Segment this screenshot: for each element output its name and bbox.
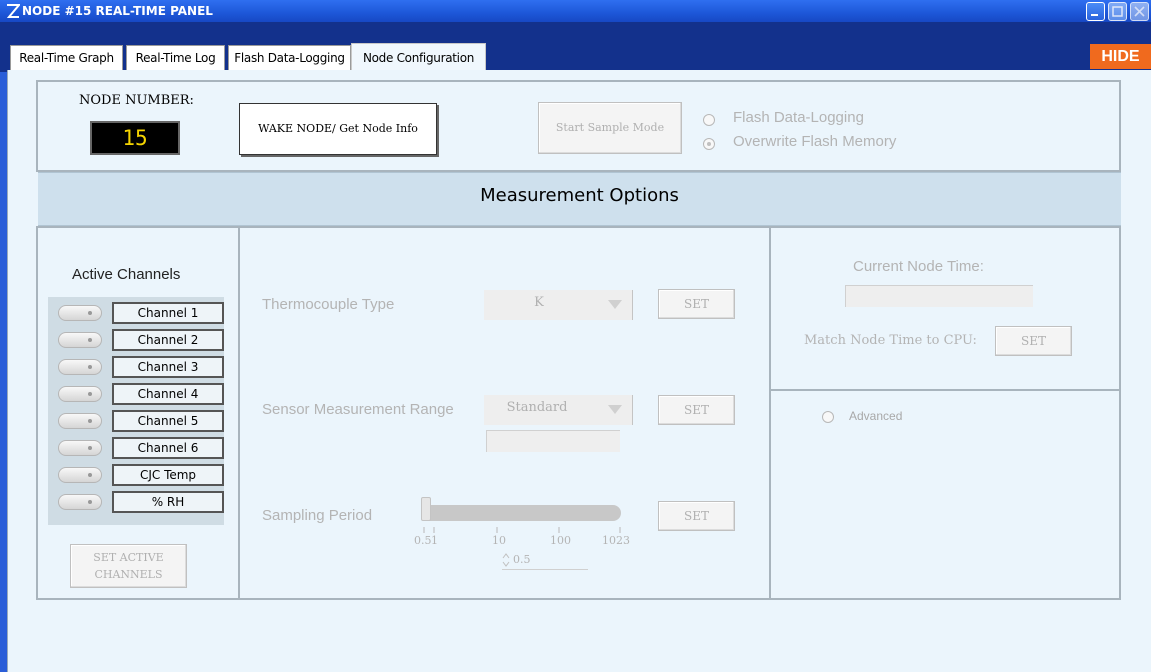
column-divider-left: [238, 227, 240, 599]
channel-label: CJC Temp: [112, 464, 224, 486]
channel-toggle[interactable]: [58, 359, 102, 375]
list-item: Channel 5: [48, 409, 224, 433]
channel-label: Channel 2: [112, 329, 224, 351]
match-node-time-label: Match Node Time to CPU:: [804, 333, 977, 348]
channel-label: % RH: [112, 491, 224, 513]
tab-label: Real-Time Graph: [19, 51, 114, 65]
sensor-range-value: Standard: [506, 400, 568, 415]
active-channels-title: Active Channels: [72, 266, 181, 283]
button-line-2: CHANNELS: [94, 568, 163, 581]
chevron-down-icon: [608, 405, 622, 414]
list-item: Channel 3: [48, 355, 224, 379]
overwrite-flash-radio[interactable]: [703, 138, 715, 150]
tab-real-time-graph[interactable]: Real-Time Graph: [10, 45, 123, 70]
set-node-time-button[interactable]: SET: [995, 326, 1072, 356]
tick-label: 10: [492, 534, 506, 547]
list-item: Channel 1: [48, 301, 224, 325]
tab-node-configuration[interactable]: Node Configuration: [351, 43, 486, 72]
sensor-range-readout: [486, 430, 620, 452]
channel-label: Channel 3: [112, 356, 224, 378]
tab-flash-data-logging[interactable]: Flash Data-Logging: [228, 45, 351, 70]
channel-label: Channel 1: [112, 302, 224, 324]
measurement-options-header: Measurement Options: [38, 172, 1121, 226]
tab-label: Node Configuration: [362, 51, 475, 65]
tab-label: Flash Data-Logging: [234, 51, 345, 65]
channel-label: Channel 5: [112, 410, 224, 432]
column-divider-right: [769, 227, 771, 599]
current-node-time-field: [845, 285, 1033, 307]
window-titlebar[interactable]: NODE #15 REAL-TIME PANEL: [0, 0, 1151, 22]
thermocouple-type-select[interactable]: K: [484, 290, 633, 320]
set-active-channels-button[interactable]: SET ACTIVE CHANNELS: [70, 544, 187, 588]
list-item: CJC Temp: [48, 463, 224, 487]
list-item: Channel 2: [48, 328, 224, 352]
node-number-label: NODE NUMBER:: [79, 93, 194, 108]
hide-button[interactable]: HIDE: [1090, 44, 1151, 69]
sampling-period-numeric[interactable]: 0.5: [502, 550, 588, 570]
channel-label: Channel 6: [112, 437, 224, 459]
tab-label: Real-Time Log: [135, 51, 216, 65]
channel-toggle[interactable]: [58, 305, 102, 321]
window-title: NODE #15 REAL-TIME PANEL: [22, 4, 213, 18]
thermocouple-type-value: K: [534, 295, 544, 310]
tick-label: 100: [550, 534, 571, 547]
flash-data-logging-radio[interactable]: [703, 114, 715, 126]
overwrite-flash-label: Overwrite Flash Memory: [733, 133, 897, 150]
channel-toggle[interactable]: [58, 386, 102, 402]
sampling-period-slider-handle[interactable]: [421, 497, 431, 521]
flash-data-logging-label: Flash Data-Logging: [733, 109, 864, 126]
sampling-period-slider-track[interactable]: [422, 505, 621, 521]
spinner-arrows-icon: [502, 553, 510, 567]
chevron-down-icon: [608, 300, 622, 309]
tick-label: 0.5: [414, 534, 432, 547]
tick-label: 1: [431, 534, 438, 547]
advanced-label: Advanced: [849, 409, 903, 423]
maximize-button[interactable]: [1108, 2, 1127, 21]
thermocouple-type-label: Thermocouple Type: [262, 296, 395, 313]
sampling-period-value: 0.5: [513, 553, 531, 566]
close-icon: [1134, 6, 1145, 17]
sensor-range-select[interactable]: Standard: [484, 395, 633, 425]
list-item: % RH: [48, 490, 224, 514]
button-line-1: SET ACTIVE: [93, 551, 164, 564]
right-row-divider: [771, 389, 1120, 391]
minimize-button[interactable]: [1086, 2, 1105, 21]
channel-list: Channel 1 Channel 2 Channel 3 Channel 4 …: [48, 297, 224, 525]
sampling-period-label: Sampling Period: [262, 507, 373, 524]
set-thermocouple-button[interactable]: SET: [658, 289, 735, 319]
channel-label: Channel 4: [112, 383, 224, 405]
channel-toggle[interactable]: [58, 413, 102, 429]
set-range-button[interactable]: SET: [658, 395, 735, 425]
sensor-range-label: Sensor Measurement Range: [262, 401, 454, 418]
list-item: Channel 4: [48, 382, 224, 406]
advanced-radio[interactable]: [822, 411, 834, 423]
wake-node-button[interactable]: WAKE NODE/ Get Node Info: [239, 103, 437, 155]
node-number-display: 15: [90, 121, 180, 155]
app-logo-icon: [6, 4, 20, 18]
slider-ticks: [423, 527, 621, 533]
set-sampling-button[interactable]: SET: [658, 501, 735, 531]
channel-toggle[interactable]: [58, 440, 102, 456]
close-button[interactable]: [1130, 2, 1149, 21]
start-sample-mode-button[interactable]: Start Sample Mode: [538, 102, 682, 154]
list-item: Channel 6: [48, 436, 224, 460]
channel-toggle[interactable]: [58, 494, 102, 510]
current-node-time-label: Current Node Time:: [853, 258, 984, 275]
minimize-icon: [1091, 14, 1098, 16]
maximize-icon: [1112, 6, 1123, 17]
channel-toggle[interactable]: [58, 467, 102, 483]
tab-real-time-log[interactable]: Real-Time Log: [126, 45, 225, 70]
measurement-options-title: Measurement Options: [480, 185, 679, 206]
tick-label: 1023: [602, 534, 630, 547]
channel-toggle[interactable]: [58, 332, 102, 348]
